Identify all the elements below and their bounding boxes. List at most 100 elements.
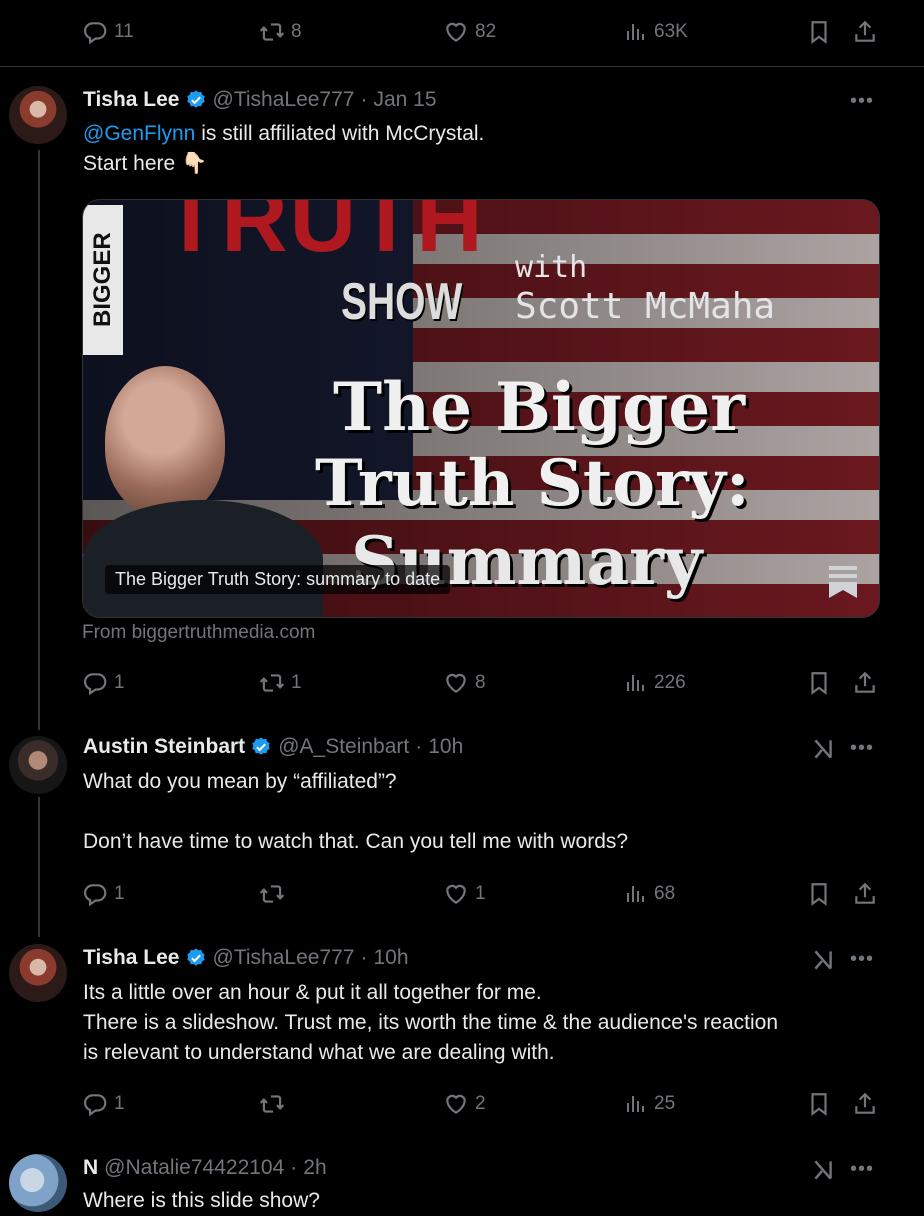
bookmark-icon — [806, 19, 832, 45]
tweet-text-line2: Start here 👇🏻 — [83, 152, 208, 175]
heart-icon — [443, 1091, 469, 1117]
grok-icon[interactable] — [810, 1157, 836, 1183]
share-icon — [852, 881, 878, 907]
side-banner: BIGGER — [83, 205, 123, 355]
more-options-button[interactable]: ••• — [850, 90, 874, 113]
image-host: Scott McMaha — [515, 286, 776, 327]
views-count: 226 — [654, 672, 686, 693]
verified-badge-icon — [250, 736, 272, 758]
like-count: 1 — [475, 883, 486, 904]
reply-icon — [82, 19, 108, 45]
like-button[interactable]: 8 — [443, 668, 486, 698]
display-name[interactable]: Tisha Lee — [83, 946, 180, 970]
views-count: 68 — [654, 883, 676, 904]
tweet-header: Austin Steinbart @A_Steinbart · 10h — [83, 735, 463, 759]
like-count: 8 — [475, 672, 486, 693]
repost-button[interactable]: 8 — [259, 17, 302, 47]
like-button[interactable]: 2 — [443, 1089, 486, 1119]
image-title-show: SHOW — [341, 273, 463, 331]
avatar[interactable] — [9, 1154, 67, 1212]
timestamp[interactable]: 10h — [428, 735, 463, 759]
more-options-button[interactable]: ••• — [850, 1158, 874, 1181]
tweet-header: Tisha Lee @TishaLee777 · Jan 15 — [83, 88, 437, 112]
repost-count: 8 — [291, 21, 302, 42]
views-button[interactable]: 226 — [624, 668, 686, 698]
reply-count: 1 — [114, 1093, 125, 1114]
link-card[interactable]: BIGGER TRUTH SHOW with Scott McMaha The … — [82, 199, 880, 618]
timestamp[interactable]: Jan 15 — [373, 88, 436, 112]
repost-icon — [259, 19, 285, 45]
share-icon — [852, 19, 878, 45]
grok-icon[interactable] — [810, 736, 836, 762]
reply-button[interactable]: 1 — [82, 1089, 125, 1119]
bookmark-button[interactable] — [806, 17, 832, 47]
verified-badge-icon — [185, 947, 207, 969]
bookmark-button[interactable] — [806, 1089, 832, 1119]
repost-button[interactable]: 1 — [259, 668, 302, 698]
card-source[interactable]: From biggertruthmedia.com — [82, 622, 315, 644]
share-button[interactable] — [852, 668, 878, 698]
more-options-button[interactable]: ••• — [850, 737, 874, 760]
action-bar: 1 1 68 — [82, 879, 882, 909]
tweet-text: Where is this slide show? — [83, 1189, 320, 1212]
reply-icon — [82, 670, 108, 696]
separator-dot: · — [415, 735, 423, 758]
share-button[interactable] — [852, 879, 878, 909]
views-button[interactable]: 68 — [624, 879, 675, 909]
views-button[interactable]: 63K — [624, 17, 688, 47]
image-headline-1: The Bigger — [333, 368, 745, 446]
tweet-text: What do you mean by “affiliated”? Don’t … — [83, 770, 629, 853]
repost-icon — [259, 881, 285, 907]
share-button[interactable] — [852, 1089, 878, 1119]
share-icon — [852, 1091, 878, 1117]
display-name[interactable]: Tisha Lee — [83, 88, 180, 112]
repost-count: 1 — [291, 672, 302, 693]
display-name[interactable]: Austin Steinbart — [83, 735, 245, 759]
bookmark-button[interactable] — [806, 879, 832, 909]
mention-link[interactable]: @GenFlynn — [83, 122, 195, 145]
share-icon — [852, 670, 878, 696]
grok-icon[interactable] — [810, 947, 836, 973]
bookmark-icon — [806, 1091, 832, 1117]
image-title-truth: TRUTH — [163, 199, 485, 271]
heart-icon — [443, 19, 469, 45]
repost-button[interactable] — [259, 1089, 291, 1119]
share-button[interactable] — [852, 17, 878, 47]
reply-icon — [82, 1091, 108, 1117]
bookmark-icon — [806, 670, 832, 696]
reply-button[interactable]: 1 — [82, 879, 125, 909]
repost-icon — [259, 670, 285, 696]
views-icon — [624, 1092, 648, 1116]
tweet-text: Its a little over an hour & put it all t… — [83, 981, 778, 1064]
repost-button[interactable] — [259, 879, 291, 909]
handle[interactable]: @TishaLee777 — [213, 88, 355, 112]
reply-button[interactable]: 11 — [82, 17, 134, 47]
handle[interactable]: @A_Steinbart — [278, 735, 409, 759]
like-button[interactable]: 1 — [443, 879, 486, 909]
avatar[interactable] — [9, 944, 67, 1002]
separator-dot: · — [290, 1156, 298, 1179]
like-button[interactable]: 82 — [443, 17, 496, 47]
timestamp[interactable]: 2h — [303, 1156, 326, 1180]
timestamp[interactable]: 10h — [373, 946, 408, 970]
handle[interactable]: @TishaLee777 — [213, 946, 355, 970]
views-button[interactable]: 25 — [624, 1089, 675, 1119]
display-name[interactable]: N — [83, 1156, 98, 1180]
separator-dot: · — [360, 88, 368, 111]
thread-line — [38, 150, 40, 730]
avatar[interactable] — [9, 736, 67, 794]
image-with: with — [515, 250, 588, 285]
reply-count: 11 — [114, 21, 134, 42]
bookmark-ribbon-icon — [829, 566, 857, 598]
more-options-button[interactable]: ••• — [850, 948, 874, 971]
views-count: 63K — [654, 21, 688, 42]
avatar[interactable] — [9, 86, 67, 144]
handle[interactable]: @Natalie74422104 — [104, 1156, 284, 1180]
thread-line — [38, 797, 40, 937]
divider — [0, 66, 924, 67]
separator-dot: · — [360, 946, 368, 969]
bookmark-button[interactable] — [806, 668, 832, 698]
reply-button[interactable]: 1 — [82, 668, 125, 698]
verified-badge-icon — [185, 89, 207, 111]
like-count: 2 — [475, 1093, 486, 1114]
